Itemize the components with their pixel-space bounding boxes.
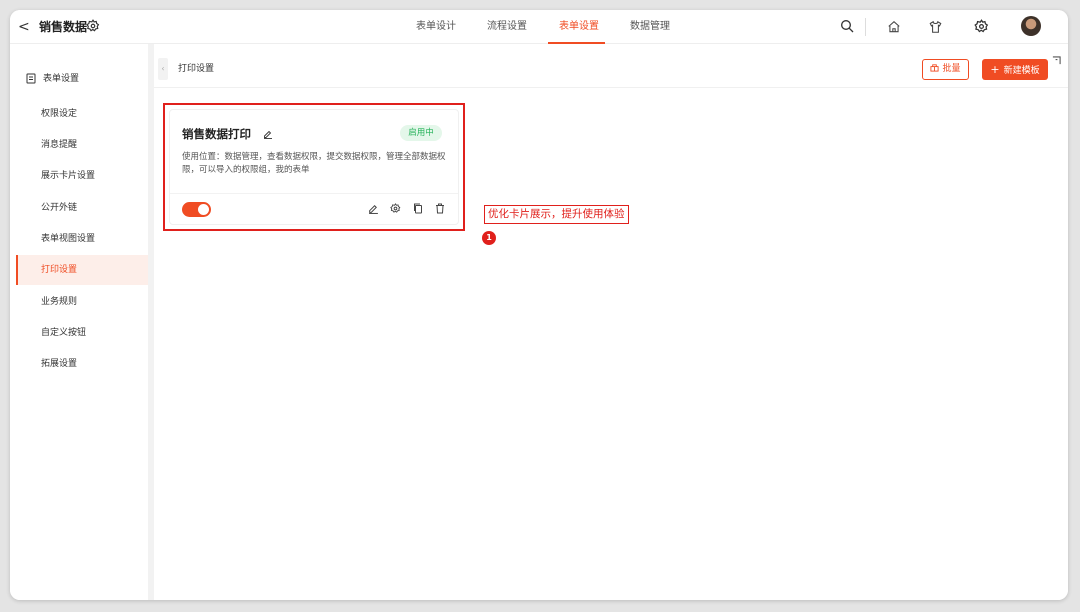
top-bar: < 销售数据 表单设计 流程设置 表单设置 数据管理 xyxy=(10,10,1068,44)
sidebar-item-public-link[interactable]: 公开外链 xyxy=(16,193,148,223)
new-template-button[interactable]: + 新建模板 xyxy=(982,59,1048,80)
batch-icon xyxy=(930,63,940,72)
toggle-knob xyxy=(198,204,209,215)
avatar[interactable] xyxy=(1021,16,1041,36)
form-list-icon xyxy=(26,73,36,84)
print-template-card[interactable]: 销售数据打印 启用中 使用位置：数据管理，查看数据权限，提交数据权限，管理全部数… xyxy=(169,109,459,225)
sidebar-item-form-view[interactable]: 表单视图设置 xyxy=(16,224,148,254)
card-title: 销售数据打印 xyxy=(182,127,251,141)
new-template-button-label: 新建模板 xyxy=(1003,66,1040,76)
shirt-icon[interactable] xyxy=(928,20,943,34)
tab-data-management[interactable]: 数据管理 xyxy=(630,20,670,34)
tab-form-settings[interactable]: 表单设置 xyxy=(559,20,599,34)
top-tabs: 表单设计 流程设置 表单设置 数据管理 xyxy=(10,10,1068,44)
sidebar: 表单设置 权限设定 消息提醒 展示卡片设置 公开外链 表单视图设置 打印设置 业… xyxy=(10,44,148,600)
gear-icon[interactable] xyxy=(974,19,989,34)
toolbar-divider xyxy=(865,18,866,36)
annotation-marker: 1 xyxy=(482,231,496,245)
status-badge: 启用中 xyxy=(400,125,442,141)
search-icon[interactable] xyxy=(839,18,855,34)
sidebar-item-extensions[interactable]: 拓展设置 xyxy=(16,349,148,379)
content-header: ‹ 打印设置 批量 + 新建模板 xyxy=(154,44,1068,88)
batch-button[interactable]: 批量 xyxy=(922,59,969,80)
sidebar-item-business-rules[interactable]: 业务规则 xyxy=(16,287,148,317)
home-icon[interactable] xyxy=(887,20,901,34)
batch-button-label: 批量 xyxy=(942,64,961,74)
corner-resize-icon xyxy=(1052,56,1061,65)
tab-process-settings[interactable]: 流程设置 xyxy=(487,20,527,34)
card-description: 使用位置：数据管理，查看数据权限，提交数据权限，管理全部数据权限，可以导入的权限… xyxy=(182,152,446,175)
edit-title-icon[interactable] xyxy=(263,129,273,139)
sidebar-item-notifications[interactable]: 消息提醒 xyxy=(16,130,148,160)
page-title: 打印设置 xyxy=(178,64,215,74)
sidebar-item-print-settings[interactable]: 打印设置 xyxy=(16,255,148,285)
collapse-sidebar-button[interactable]: ‹ xyxy=(158,58,168,80)
annotation-callout: 优化卡片展示，提升使用体验 xyxy=(484,205,629,224)
sidebar-item-custom-buttons[interactable]: 自定义按钮 xyxy=(16,318,148,348)
settings-icon[interactable] xyxy=(390,203,401,214)
tab-form-design[interactable]: 表单设计 xyxy=(416,20,456,34)
card-divider xyxy=(170,193,458,194)
edit-icon[interactable] xyxy=(368,203,379,214)
sidebar-header: 表单设置 xyxy=(43,74,80,84)
delete-icon[interactable] xyxy=(435,203,445,214)
main-content: ‹ 打印设置 批量 + 新建模板 销售数据打印 启用中 使用位置：数据管理，查看… xyxy=(154,44,1068,600)
app-window: < 销售数据 表单设计 流程设置 表单设置 数据管理 表单设置 权限设定 消息提… xyxy=(10,10,1068,600)
sidebar-item-permissions[interactable]: 权限设定 xyxy=(16,99,148,129)
plus-icon: + xyxy=(990,63,1000,76)
sidebar-item-card-display[interactable]: 展示卡片设置 xyxy=(16,161,148,191)
copy-icon[interactable] xyxy=(413,203,423,214)
enable-toggle[interactable] xyxy=(182,202,211,217)
